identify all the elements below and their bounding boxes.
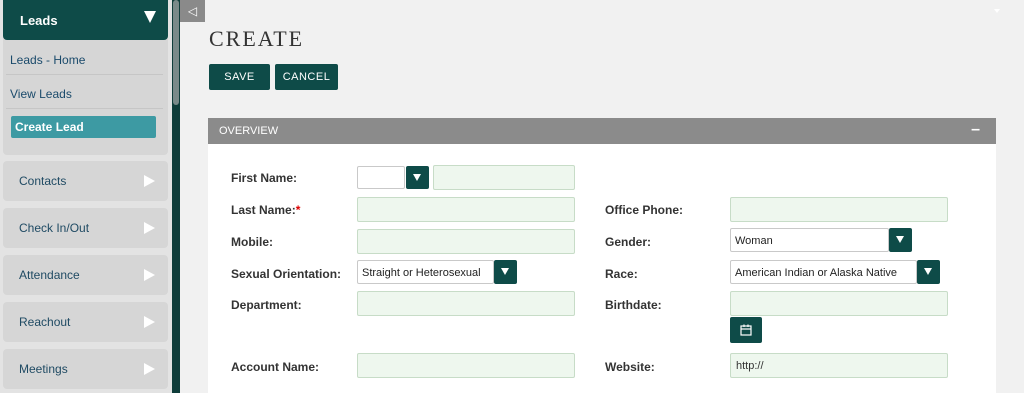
sidebar-item-label: Leads xyxy=(20,13,58,28)
mobile-input[interactable] xyxy=(357,229,575,254)
sidebar-item-label: Check In/Out xyxy=(19,221,90,235)
right-arrow-icon xyxy=(144,222,155,234)
collapse-sidebar-button[interactable]: ◁ xyxy=(180,0,205,22)
right-arrow-icon xyxy=(144,269,155,281)
birthdate-input[interactable] xyxy=(730,291,948,316)
calendar-icon xyxy=(740,324,752,336)
last-name-label: Last Name:* xyxy=(231,203,301,217)
sidebar-scroll-thumb[interactable] xyxy=(173,0,179,105)
divider xyxy=(6,108,163,109)
first-name-input[interactable] xyxy=(433,165,575,190)
panel-header-overview[interactable]: OVERVIEW – xyxy=(208,118,996,144)
sidebar-item-attendance[interactable]: Attendance xyxy=(3,255,168,295)
sidebar-item-label: Contacts xyxy=(19,174,67,188)
sidebar-item-label: Attendance xyxy=(19,268,80,282)
save-button[interactable]: SAVE xyxy=(209,64,270,90)
sidebar-item-label: Meetings xyxy=(19,362,68,376)
panel-title: OVERVIEW xyxy=(219,125,279,137)
department-label: Department: xyxy=(231,298,302,312)
right-arrow-icon xyxy=(144,363,155,375)
office-phone-input[interactable] xyxy=(730,197,948,222)
website-input[interactable]: http:// xyxy=(730,353,948,378)
dropdown-arrow-icon[interactable] xyxy=(889,228,912,252)
sidebar-item-leads[interactable]: Leads xyxy=(3,0,168,40)
dropdown-arrow-icon[interactable] xyxy=(917,260,940,284)
sidebar-item-meetings[interactable]: Meetings xyxy=(3,349,168,389)
sidebar-item-contacts[interactable]: Contacts xyxy=(3,161,168,201)
gender-select[interactable]: Woman xyxy=(730,228,889,252)
salutation-select[interactable] xyxy=(357,166,405,189)
calendar-button[interactable] xyxy=(730,317,762,343)
page-title: CREATE xyxy=(209,26,305,51)
race-label: Race: xyxy=(605,267,638,281)
cancel-button[interactable]: CANCEL xyxy=(275,64,338,90)
right-arrow-icon xyxy=(144,175,155,187)
first-name-label: First Name: xyxy=(231,171,298,185)
required-marker: * xyxy=(295,203,301,217)
birthdate-label: Birthdate: xyxy=(605,298,662,312)
collapse-panel-icon[interactable]: – xyxy=(971,122,980,138)
race-select[interactable]: American Indian or Alaska Native xyxy=(730,260,917,284)
sexual-orientation-label: Sexual Orientation: xyxy=(231,267,342,281)
dropdown-arrow-icon[interactable] xyxy=(494,260,517,284)
dropdown-arrow-icon[interactable] xyxy=(406,166,429,189)
office-phone-label: Office Phone: xyxy=(605,203,684,217)
account-name-input[interactable] xyxy=(357,353,575,378)
right-arrow-icon xyxy=(144,316,155,328)
last-name-input[interactable] xyxy=(357,197,575,222)
gender-label: Gender: xyxy=(605,235,652,249)
caret-down-icon[interactable] xyxy=(994,9,1000,13)
divider xyxy=(6,74,163,75)
sidebar-item-check-in-out[interactable]: Check In/Out xyxy=(3,208,168,248)
sidebar-subitem-create-lead[interactable]: Create Lead xyxy=(11,116,156,138)
collapse-sidebar-icon: ◁ xyxy=(187,4,198,18)
department-input[interactable] xyxy=(357,291,575,316)
chevron-down-icon xyxy=(144,11,156,23)
mobile-label: Mobile: xyxy=(231,235,273,249)
sidebar-item-reachout[interactable]: Reachout xyxy=(3,302,168,342)
sidebar-item-label: Reachout xyxy=(19,315,71,329)
sidebar-subitem-leads-home[interactable]: Leads - Home xyxy=(10,53,85,67)
sexual-orientation-select[interactable]: Straight or Heterosexual xyxy=(357,260,494,284)
account-name-label: Account Name: xyxy=(231,360,320,374)
sidebar-subitem-view-leads[interactable]: View Leads xyxy=(10,87,72,101)
website-label: Website: xyxy=(605,360,655,374)
